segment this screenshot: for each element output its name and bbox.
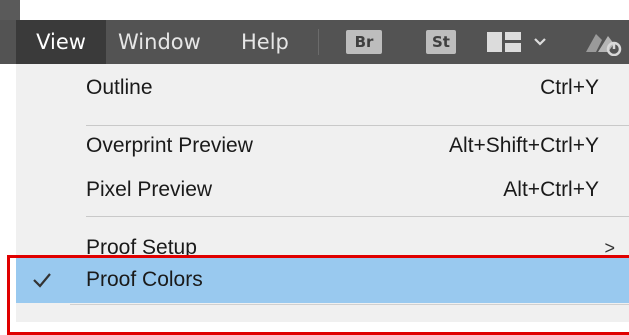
submenu-arrow-icon: > <box>604 238 615 257</box>
menu-help[interactable]: Help <box>241 20 289 64</box>
window-top-edge <box>0 0 629 20</box>
workspace-switcher-icon <box>487 32 521 52</box>
bridge-icon[interactable]: Br <box>346 30 382 54</box>
menu-item-shortcut: Alt+Shift+Ctrl+Y <box>449 134 599 157</box>
chevron-down-icon <box>534 38 546 46</box>
annotation-highlight-box <box>7 255 629 335</box>
menubar-separator <box>318 29 319 55</box>
menu-item-overprint-preview[interactable]: Overprint Preview Alt+Shift+Ctrl+Y <box>16 126 629 166</box>
menu-item-label: Pixel Preview <box>86 178 213 201</box>
menu-item-label: Proof Setup <box>86 236 197 257</box>
workspace-switcher[interactable] <box>487 32 557 54</box>
menu-view[interactable]: View <box>16 20 106 64</box>
menu-item-pixel-preview[interactable]: Pixel Preview Alt+Ctrl+Y <box>16 170 629 210</box>
menu-item-label: Overprint Preview <box>86 134 253 157</box>
menu-item-shortcut: Alt+Ctrl+Y <box>503 178 599 201</box>
stock-icon[interactable]: St <box>426 30 456 54</box>
menu-item-proof-setup[interactable]: Proof Setup > <box>16 227 629 257</box>
menu-bar: View Window Help Br St <box>0 20 629 64</box>
window-corner <box>0 0 20 20</box>
menu-item-label: Outline <box>86 76 153 99</box>
cloud-sync-icon[interactable] <box>582 30 622 56</box>
menu-window[interactable]: Window <box>118 20 201 64</box>
menu-item-shortcut: Ctrl+Y <box>540 76 599 99</box>
menu-item-outline[interactable]: Outline Ctrl+Y <box>16 68 629 108</box>
menu-divider <box>86 216 629 217</box>
